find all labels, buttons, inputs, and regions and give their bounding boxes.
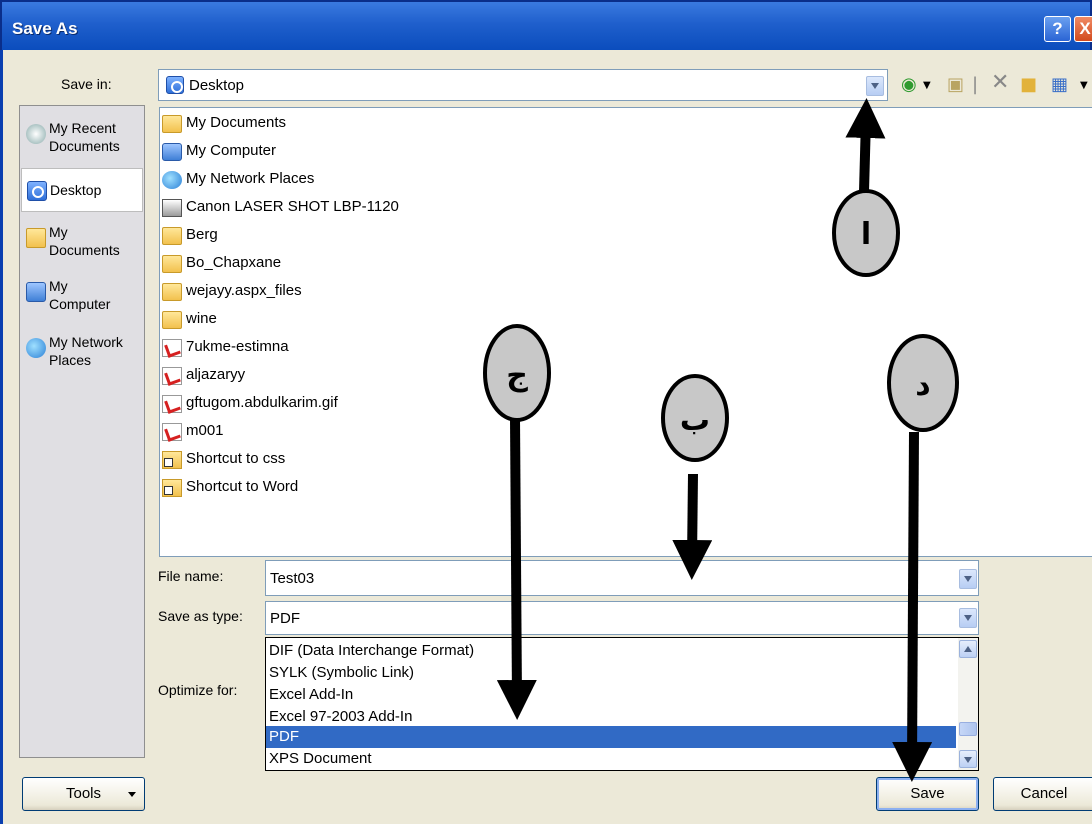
pdf-file-icon	[162, 423, 182, 441]
shortcut-icon	[162, 479, 182, 497]
chevron-down-icon	[128, 792, 136, 797]
save-in-dropdown-button[interactable]	[866, 76, 884, 96]
save-in-label: Save in:	[61, 76, 112, 92]
save-as-type-options[interactable]: DIF (Data Interchange Format) SYLK (Symb…	[265, 637, 979, 771]
delete-icon[interactable]: ✕	[991, 70, 1009, 95]
place-my-computer[interactable]: My Computer	[21, 274, 143, 318]
pdf-file-icon	[162, 395, 182, 413]
type-option[interactable]: SYLK (Symbolic Link)	[266, 662, 956, 684]
scroll-down-button[interactable]	[959, 750, 977, 768]
back-icon[interactable]: ◉	[901, 74, 917, 95]
printer-icon	[162, 199, 182, 217]
my-computer-icon	[26, 282, 46, 302]
help-button[interactable]: ?	[1044, 16, 1071, 42]
folder-icon	[162, 255, 182, 273]
folder-icon	[162, 311, 182, 329]
scroll-thumb[interactable]	[959, 722, 977, 736]
tools-button[interactable]: Tools	[22, 777, 145, 811]
place-my-documents[interactable]: My Documents	[21, 220, 143, 264]
save-as-type-select[interactable]: PDF	[265, 601, 979, 635]
type-option[interactable]: Excel Add-In	[266, 684, 956, 706]
window-title: Save As	[12, 19, 78, 38]
network-places-icon	[26, 338, 46, 358]
network-icon	[162, 171, 182, 189]
save-as-dialog: Save in: Desktop ◉ ▼ ▣ | ✕ ■ ▦ ▼ My Rece…	[0, 50, 1092, 824]
pdf-file-icon	[162, 367, 182, 385]
shortcut-icon	[162, 451, 182, 469]
place-desktop[interactable]: Desktop	[21, 168, 143, 212]
optimize-for-label: Optimize for:	[158, 682, 238, 698]
folder-icon	[162, 283, 182, 301]
save-as-type-label: Save as type:	[158, 608, 243, 624]
up-folder-icon[interactable]: ▣	[947, 74, 964, 95]
views-dropdown-icon[interactable]: ▼	[1080, 80, 1088, 91]
cancel-button[interactable]: Cancel	[993, 777, 1092, 811]
documents-folder-icon	[162, 115, 182, 133]
places-bar: My Recent Documents Desktop My Documents…	[19, 105, 145, 758]
type-option[interactable]: Excel 97-2003 Add-In	[266, 706, 956, 728]
save-in-combo[interactable]: Desktop	[158, 69, 888, 101]
type-option[interactable]: DIF (Data Interchange Format)	[266, 640, 956, 662]
file-name-dropdown-button[interactable]	[959, 569, 977, 589]
scroll-up-button[interactable]	[959, 640, 977, 658]
file-name-value: Test03	[270, 570, 315, 587]
file-name-field[interactable]: Test03	[265, 560, 979, 596]
computer-icon	[162, 143, 182, 161]
save-button[interactable]: Save	[876, 777, 979, 811]
folder-icon	[162, 227, 182, 245]
back-dropdown-icon[interactable]: ▼	[923, 80, 931, 91]
type-list-scrollbar[interactable]	[958, 638, 978, 770]
new-folder-icon[interactable]: ■	[1020, 74, 1037, 95]
save-as-type-value: PDF	[270, 610, 300, 627]
tools-label: Tools	[65, 785, 102, 802]
toolbar-separator: |	[972, 74, 979, 95]
pdf-file-icon	[162, 339, 182, 357]
views-icon[interactable]: ▦	[1051, 74, 1068, 95]
close-button[interactable]: X	[1074, 16, 1092, 42]
my-documents-icon	[26, 228, 46, 248]
desktop-icon	[166, 76, 184, 94]
file-list[interactable]: My Documents My Computer My Network Plac…	[159, 107, 1092, 557]
place-my-recent-documents[interactable]: My Recent Documents	[21, 116, 143, 160]
save-in-value: Desktop	[189, 77, 245, 94]
type-option-selected[interactable]: PDF	[266, 726, 956, 748]
desktop-icon	[27, 181, 47, 201]
save-as-type-dropdown-button[interactable]	[959, 608, 977, 628]
recent-documents-icon	[26, 124, 46, 144]
place-my-network-places[interactable]: My Network Places	[21, 330, 143, 374]
title-bar: Save As ? X	[0, 0, 1092, 50]
type-option[interactable]: XPS Document	[266, 748, 956, 770]
file-name-label: File name:	[158, 568, 224, 584]
